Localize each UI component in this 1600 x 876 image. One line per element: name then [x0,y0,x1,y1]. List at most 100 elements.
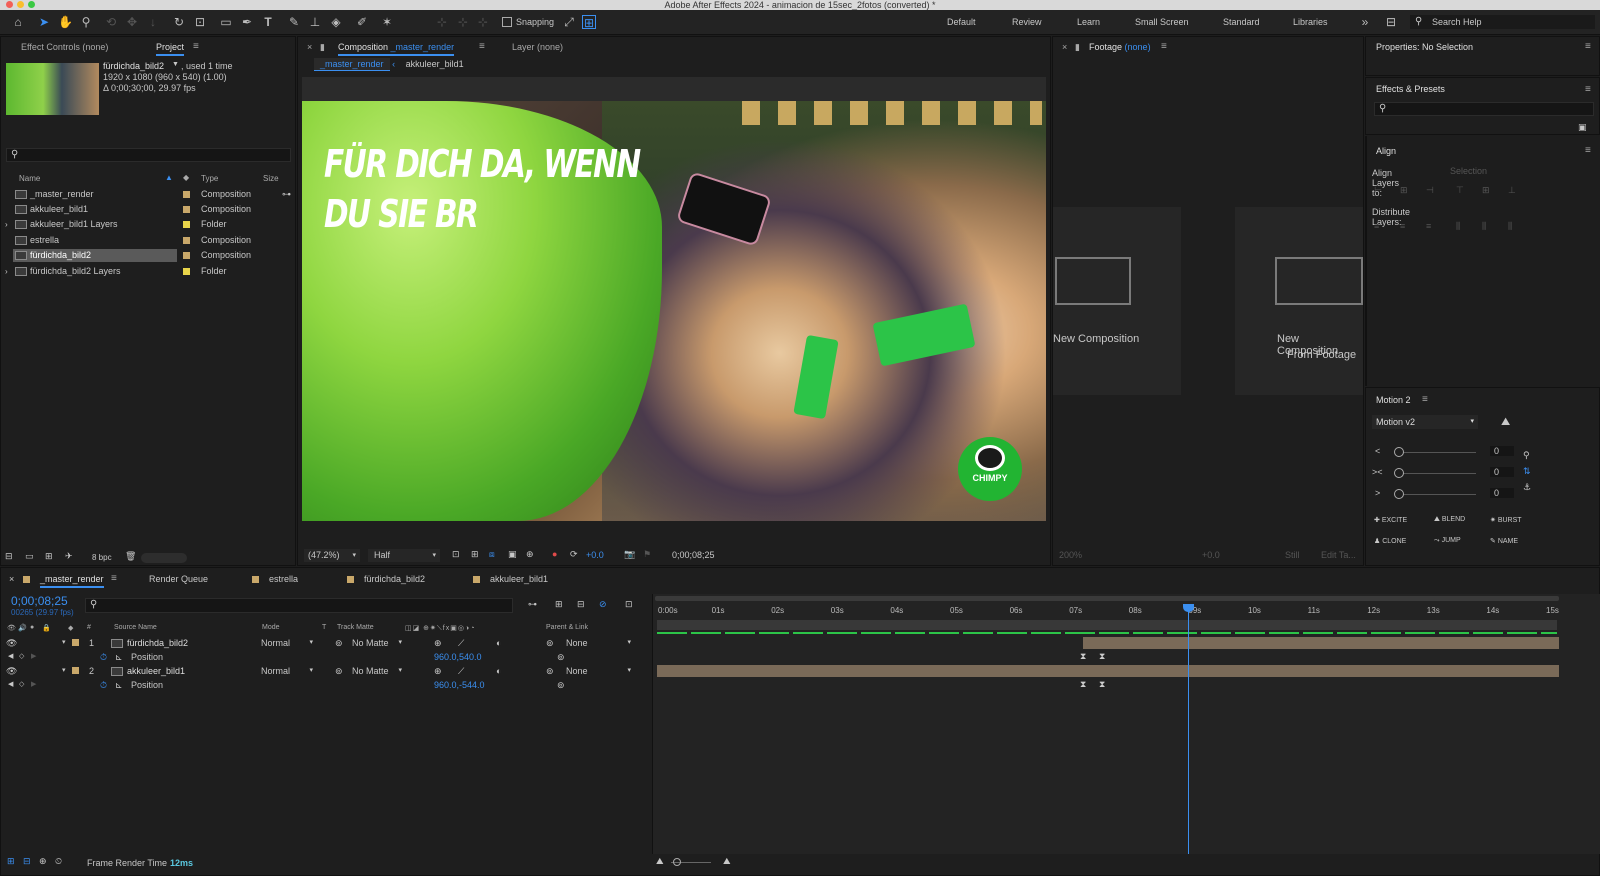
orbit-tool-icon[interactable]: ⟲ [104,15,118,29]
draft-3d-icon[interactable]: ⊞ [555,599,563,610]
layer-name[interactable]: akkuleer_bild1 [127,664,185,678]
next-keyframe-icon[interactable]: ▶ [31,650,36,664]
pickwhip-icon[interactable]: ⊚ [546,636,554,650]
property-value[interactable]: 960.0,540.0 [434,650,482,664]
blend-mode-select[interactable]: Normal ▾ [261,664,315,678]
zoom-in-icon[interactable]: ⛰ [723,856,731,867]
roto-brush-icon[interactable]: ✐ [355,15,369,29]
quality-switch-icon[interactable]: ⟋ [458,636,464,650]
motion-button[interactable]: ✎ NAME [1490,537,1518,545]
property-value[interactable]: 960.0,-544.0 [434,678,485,692]
swap-icon[interactable]: ⇅ [1523,466,1531,477]
distribute-left-icon[interactable]: ⫼ [1456,221,1460,232]
prev-keyframe-icon[interactable]: ◀ [8,678,13,692]
time-ruler[interactable]: 0:00s 01s 02s 03s 04s 05s 06s 07s 08s 09… [653,602,1600,620]
render-time-icon[interactable]: ⏲ [55,856,62,867]
shy-switch-icon[interactable]: ⊕ [434,636,442,650]
distribute-vcenter-icon[interactable]: ≡ [1400,221,1405,231]
minimize-window-button[interactable] [17,1,24,8]
keyframe-icon[interactable]: ⧗ [1080,651,1086,662]
column-name[interactable]: Name [19,174,40,183]
chevron-right-icon[interactable]: › [5,264,8,279]
new-folder-icon[interactable]: ▭ [25,551,34,562]
selection-tool-icon[interactable]: ➤ [37,15,51,29]
footage-zoom-value[interactable]: 200% [1059,550,1082,560]
brush-tool-icon[interactable]: ✎ [287,15,301,29]
stopwatch-icon[interactable]: ⏱ [100,650,107,664]
project-item[interactable]: estrella Composition [1,233,295,248]
slider-track[interactable] [1396,452,1476,453]
motion-version-select[interactable]: Motion v2 ▾ [1372,415,1478,429]
column-track-matte[interactable]: Track Matte [337,624,374,631]
home-icon[interactable]: ⌂ [11,15,25,29]
fast-preview-icon[interactable]: ⊡ [452,549,460,560]
distribute-right-icon[interactable]: ⫼ [1508,221,1512,232]
tab-akkuleer-bild1[interactable]: akkuleer_bild1 [490,574,548,584]
project-item[interactable]: _master_render Composition ⊶ [1,187,295,202]
chevron-right-icon[interactable]: › [5,217,8,232]
tab-composition[interactable]: Composition _master_render [338,42,455,56]
project-item[interactable]: › fürdichda_bild2 Layers Folder [1,264,295,279]
rotate-tool-icon[interactable]: ↻ [172,15,186,29]
chevron-down-icon[interactable]: ▾ [62,664,66,678]
show-snapshot-icon[interactable]: ⚑ [643,549,651,560]
transparency-grid-icon[interactable]: ⊞ [471,549,479,560]
lock-icon[interactable]: 🔒 [42,624,51,632]
graph-icon[interactable]: ⊾ [115,650,123,664]
chevron-down-icon[interactable]: ▼ [172,61,179,68]
slider-value[interactable]: 0 [1490,488,1514,498]
workspace-standard[interactable]: Standard [1223,17,1260,27]
workspace-layout-icon[interactable]: ⊟ [1384,15,1398,29]
workspace-learn[interactable]: Learn [1077,17,1100,27]
column-size[interactable]: Size [263,174,279,183]
workspace-review[interactable]: Review [1012,17,1042,27]
panel-menu-icon[interactable]: ≡ [193,41,199,52]
timeline-layer-row[interactable]: 👁 ▾ 1 fürdichda_bild2 Normal ▾ ⊚ No Matt… [1,636,651,650]
maximize-window-button[interactable] [28,1,35,8]
distribute-top-icon[interactable]: ≡ [1374,221,1379,231]
align-vcenter-icon[interactable]: ⊞ [1482,185,1490,196]
rectangle-tool-icon[interactable]: ▭ [219,15,233,29]
close-icon[interactable]: × [9,574,14,584]
align-bottom-icon[interactable]: ⊥ [1508,185,1516,196]
quality-switch-icon[interactable]: ⟋ [458,664,464,678]
snapshot-icon[interactable]: 📷 [624,549,635,560]
eye-icon[interactable]: 👁 [6,636,17,650]
align-hcenter-icon[interactable]: ⊞ [1400,185,1408,196]
keyframe-diamond-icon[interactable]: ◇ [19,650,24,664]
puppet-tool-icon[interactable]: ✶ [380,15,394,29]
expression-pickwhip-icon[interactable]: ⊚ [557,678,565,692]
column-t[interactable]: T [322,624,326,631]
lock-icon[interactable]: ▮ [1075,42,1080,53]
track-matte-select[interactable]: No Matte ▾ [352,664,402,678]
project-search-input[interactable]: ⚲ [6,148,291,162]
new-composition-button[interactable]: New Composition [1053,207,1181,395]
resolution-select[interactable]: Half ▾ [368,549,440,562]
panel-menu-icon[interactable]: ≡ [479,41,485,52]
timeline-property-row[interactable]: ◀ ◇ ▶ ⏱ ⊾ Position 960.0,540.0 ⊚ [1,650,651,664]
snap-features-icon[interactable]: ⊞ [582,15,596,30]
motion-blur-switch-icon[interactable]: ◐ [496,636,501,650]
timeline-layer-row[interactable]: 👁 ▾ 2 akkuleer_bild1 Normal ▾ ⊚ No Matte… [1,664,651,678]
motion-button[interactable]: ⤳ JUMP [1434,537,1461,545]
tab-footage[interactable]: Footage (none) [1089,42,1151,52]
tab-estrella[interactable]: estrella [269,574,298,584]
column-source-name[interactable]: Source Name [114,624,157,631]
label-color-chip[interactable] [72,639,79,646]
layer-name[interactable]: fürdichda_bild2 [127,636,188,650]
eraser-tool-icon[interactable]: ◈ [329,15,343,29]
keyframe-icon[interactable]: ⧗ [1099,651,1105,662]
tab-furdichda-bild2[interactable]: fürdichda_bild2 [364,574,425,584]
video-toggle-icon[interactable]: 👁 [7,624,16,632]
layer-switches-icon[interactable]: ⊞ [7,856,15,867]
channel-rgb-icon[interactable]: ● [552,549,557,559]
layer-duration-bar[interactable] [1083,637,1559,649]
in-out-icon[interactable]: ⊕ [39,856,47,867]
project-item[interactable]: › akkuleer_bild1 Layers Folder [1,217,295,232]
effects-search-input[interactable]: ⚲ [1374,102,1594,116]
new-composition-from-footage-button[interactable]: New Composition From Footage [1235,207,1363,395]
panel-menu-icon[interactable]: ≡ [1161,41,1167,52]
align-to-select[interactable]: Selection [1446,166,1532,179]
prev-keyframe-icon[interactable]: ◀ [8,650,13,664]
graph-icon[interactable]: ⊾ [115,678,123,692]
